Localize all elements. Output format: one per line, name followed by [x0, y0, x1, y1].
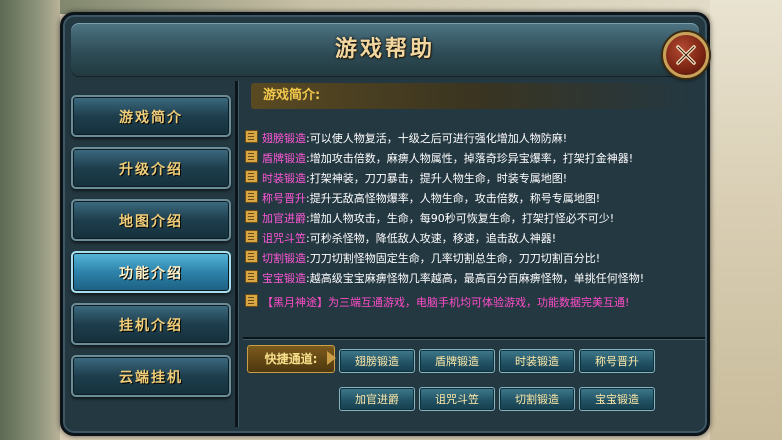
close-button[interactable]	[663, 32, 709, 78]
window-title: 游戏帮助	[334, 37, 435, 62]
horizontal-divider	[243, 337, 705, 339]
quick-access-label: 快捷通道:	[247, 345, 335, 373]
quick-button-curse-hat[interactable]: 诅咒斗笠	[419, 387, 495, 411]
quick-button-fashion[interactable]: 时装锻造	[499, 349, 575, 373]
title-bar: 游戏帮助	[71, 23, 699, 77]
feature-desc: 为三端互通游戏，电脑手机均可体验游戏，功能数据完美互通!	[328, 296, 630, 309]
feature-line: 盾牌锻造:增加攻击倍数，麻痹人物属性，掉落奇珍异宝爆率，打架打金神器!	[245, 149, 705, 169]
feature-name: 翅膀锻造	[262, 132, 306, 145]
sidebar-item-cloud-auto[interactable]: 云端挂机	[71, 355, 231, 397]
document-icon	[245, 210, 258, 223]
background-left-scenery	[0, 0, 60, 440]
document-icon	[245, 150, 258, 163]
feature-desc: :可以使人物复活，十级之后可进行强化增加人物防麻!	[306, 132, 568, 145]
sidebar-item-feature-intro[interactable]: 功能介绍	[71, 251, 231, 293]
help-window: 游戏帮助 游戏简介 升级介绍 地图介绍 功能介绍 挂机介绍 云端挂机 游戏简介:…	[60, 12, 710, 436]
sidebar-item-map-intro[interactable]: 地图介绍	[71, 199, 231, 241]
close-icon	[676, 45, 696, 65]
section-header: 游戏简介:	[251, 83, 697, 109]
feature-name: 诅咒斗笠	[262, 232, 306, 245]
sidebar-item-auto-intro[interactable]: 挂机介绍	[71, 303, 231, 345]
vertical-divider	[235, 81, 238, 427]
quick-button-shield[interactable]: 盾牌锻造	[419, 349, 495, 373]
document-icon	[245, 270, 258, 283]
document-icon	[245, 130, 258, 143]
feature-line: 时装锻造:打架神装，刀刀暴击，提升人物生命，时装专属地图!	[245, 169, 705, 189]
feature-line: 诅咒斗笠:可秒杀怪物，降低敌人攻速，移速，追击敌人神器!	[245, 229, 705, 249]
arrow-right-icon	[327, 351, 336, 365]
feature-name: 【黑月神途】	[262, 296, 328, 309]
feature-desc: :可秒杀怪物，降低敌人攻速，移速，追击敌人神器!	[306, 232, 557, 245]
feature-line: 加官进爵:增加人物攻击，生命，每90秒可恢复生命，打架打怪必不可少!	[245, 209, 705, 229]
feature-desc: :越高级宝宝麻痹怪物几率越高，最高百分百麻痹怪物，单挑任何怪物!	[306, 272, 645, 285]
feature-line: 翅膀锻造:可以使人物复活，十级之后可进行强化增加人物防麻!	[245, 129, 705, 149]
feature-desc: :打架神装，刀刀暴击，提升人物生命，时装专属地图!	[306, 172, 568, 185]
document-icon	[245, 230, 258, 243]
quick-button-title[interactable]: 称号晋升	[579, 349, 655, 373]
feature-name: 称号晋升	[262, 192, 306, 205]
feature-name: 盾牌锻造	[262, 152, 306, 165]
feature-line-special: 【黑月神途】为三端互通游戏，电脑手机均可体验游戏，功能数据完美互通!	[245, 293, 705, 313]
feature-name: 切割锻造	[262, 252, 306, 265]
feature-line: 宝宝锻造:越高级宝宝麻痹怪物几率越高，最高百分百麻痹怪物，单挑任何怪物!	[245, 269, 705, 289]
feature-name: 加官进爵	[262, 212, 306, 225]
quick-button-rank[interactable]: 加官进爵	[339, 387, 415, 411]
sidebar-item-game-intro[interactable]: 游戏简介	[71, 95, 231, 137]
document-icon	[245, 294, 258, 307]
feature-desc: :增加攻击倍数，麻痹人物属性，掉落奇珍异宝爆率，打架打金神器!	[306, 152, 634, 165]
document-icon	[245, 170, 258, 183]
quick-button-wings[interactable]: 翅膀锻造	[339, 349, 415, 373]
document-icon	[245, 250, 258, 263]
feature-line: 切割锻造:刀刀切割怪物固定生命，几率切割总生命，刀刀切割百分比!	[245, 249, 705, 269]
feature-desc: :提升无敌高怪物爆率，人物生命，攻击倍数，称号专属地图!	[306, 192, 601, 205]
feature-desc: :增加人物攻击，生命，每90秒可恢复生命，打架打怪必不可少!	[306, 212, 615, 225]
content-panel: 游戏简介: 翅膀锻造:可以使人物复活，十级之后可进行强化增加人物防麻! 盾牌锻造…	[243, 81, 705, 427]
document-icon	[245, 190, 258, 203]
sidebar-item-level-intro[interactable]: 升级介绍	[71, 147, 231, 189]
feature-name: 时装锻造	[262, 172, 306, 185]
quick-button-pet[interactable]: 宝宝锻造	[579, 387, 655, 411]
sidebar-menu: 游戏简介 升级介绍 地图介绍 功能介绍 挂机介绍 云端挂机	[69, 91, 233, 431]
feature-name: 宝宝锻造	[262, 272, 306, 285]
feature-line: 称号晋升:提升无敌高怪物爆率，人物生命，攻击倍数，称号专属地图!	[245, 189, 705, 209]
quick-button-cutting[interactable]: 切割锻造	[499, 387, 575, 411]
section-header-label: 游戏简介:	[263, 88, 321, 103]
background-right-scenery	[710, 0, 782, 440]
feature-desc: :刀刀切割怪物固定生命，几率切割总生命，刀刀切割百分比!	[306, 252, 601, 265]
